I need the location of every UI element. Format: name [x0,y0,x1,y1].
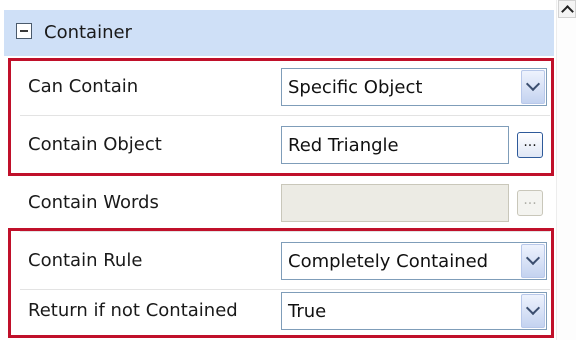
row-can-contain: Can Contain Specific Object [4,58,554,116]
collapse-minus-icon[interactable] [16,23,32,39]
return-if-not-contained-label: Return if not Contained [28,300,238,321]
contain-object-field[interactable]: Red Triangle [281,126,509,164]
chevron-down-icon[interactable] [521,70,545,104]
return-if-not-contained-dropdown[interactable]: True [281,292,547,330]
chevron-up-icon[interactable] [558,0,576,18]
return-if-not-contained-value: True [288,301,327,322]
row-return-if-not-contained: Return if not Contained True [4,282,554,340]
chevron-down-icon[interactable] [521,244,545,278]
row-contain-object: Contain Object Red Triangle ... [4,116,554,174]
contain-rule-label: Contain Rule [28,250,143,271]
contain-object-value: Red Triangle [288,135,399,156]
can-contain-value: Specific Object [288,77,423,98]
contain-object-browse-button[interactable]: ... [517,132,543,158]
row-contain-words: Contain Words ... [4,174,554,232]
can-contain-dropdown[interactable]: Specific Object [281,68,547,106]
contain-object-label: Contain Object [28,134,162,155]
contain-words-label: Contain Words [28,192,159,213]
chevron-down-icon[interactable] [521,294,545,328]
can-contain-label: Can Contain [28,76,139,97]
contain-rule-value: Completely Contained [288,251,489,272]
category-title: Container [44,22,132,43]
property-panel: Container Can Contain Specific Object Co… [0,0,554,340]
vertical-scrollbar[interactable] [556,0,576,340]
contain-words-browse-button: ... [517,190,543,216]
contain-rule-dropdown[interactable]: Completely Contained [281,242,547,280]
contain-words-field [281,184,509,222]
container-category-header[interactable]: Container [4,10,554,56]
